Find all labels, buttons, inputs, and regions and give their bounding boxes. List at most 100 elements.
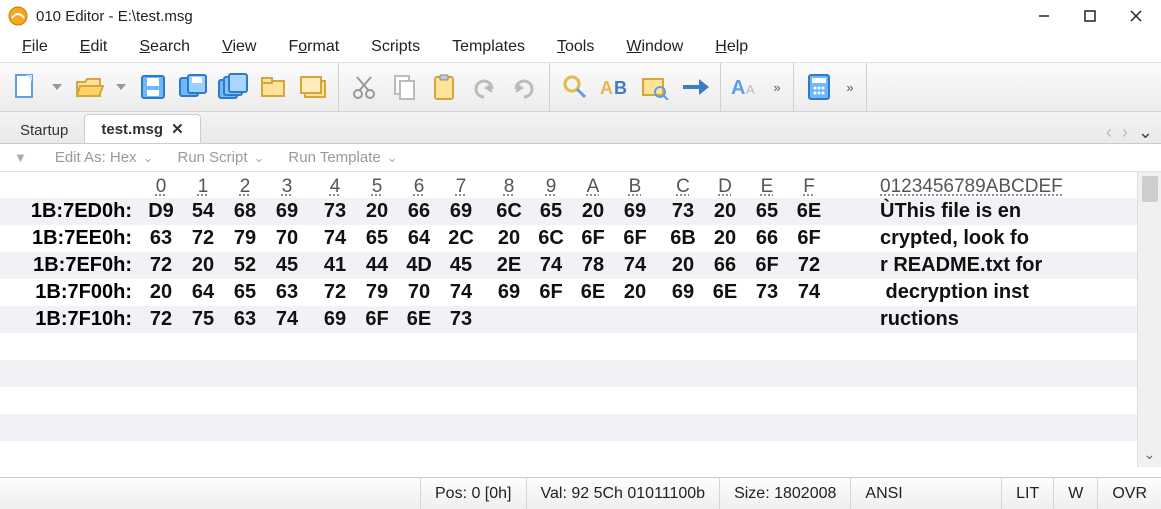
menu-format[interactable]: Format bbox=[274, 36, 353, 58]
hex-row[interactable]: 1B:7EE0h:637279707465642C206C6F6F6B20666… bbox=[0, 225, 1137, 252]
hex-byte[interactable]: 74 bbox=[788, 281, 830, 304]
close-button[interactable] bbox=[1113, 0, 1159, 32]
tab-list-dropdown-icon[interactable]: ⌄ bbox=[1138, 122, 1153, 143]
new-file-dropdown[interactable] bbox=[46, 67, 68, 107]
hex-editor[interactable]: 0123 4567 89AB CDEF 0123456789ABCDEF 1B:… bbox=[0, 172, 1161, 467]
hex-byte[interactable]: 20 bbox=[704, 200, 746, 223]
hex-byte[interactable]: 52 bbox=[224, 254, 266, 277]
menu-templates[interactable]: Templates bbox=[438, 36, 539, 58]
save-all-button[interactable] bbox=[214, 67, 252, 107]
hex-byte[interactable]: 72 bbox=[788, 254, 830, 277]
hex-byte[interactable]: 6B bbox=[662, 227, 704, 250]
new-file-button[interactable] bbox=[6, 67, 44, 107]
hex-byte[interactable]: 6E bbox=[788, 200, 830, 223]
hex-byte[interactable]: 79 bbox=[224, 227, 266, 250]
scrollbar-thumb[interactable] bbox=[1142, 176, 1158, 202]
hex-byte[interactable]: 74 bbox=[314, 227, 356, 250]
open-files-button[interactable] bbox=[294, 67, 332, 107]
hex-byte[interactable]: 73 bbox=[440, 308, 482, 331]
edit-as-dropdown[interactable]: Edit As: Hex⌄ bbox=[55, 149, 154, 166]
hex-byte[interactable]: 72 bbox=[314, 281, 356, 304]
paste-button[interactable] bbox=[425, 67, 463, 107]
toolbar-overflow-2[interactable]: » bbox=[840, 80, 860, 95]
status-w[interactable]: W bbox=[1053, 478, 1097, 509]
hex-byte[interactable]: 69 bbox=[488, 281, 530, 304]
hex-byte[interactable]: D9 bbox=[140, 200, 182, 223]
status-endian[interactable]: LIT bbox=[1001, 478, 1053, 509]
hex-byte[interactable]: 2C bbox=[440, 227, 482, 250]
font-button[interactable]: AA bbox=[727, 67, 765, 107]
hex-byte[interactable]: 69 bbox=[614, 200, 656, 223]
tab-next-icon[interactable]: › bbox=[1122, 122, 1128, 143]
hex-byte[interactable]: 6E bbox=[704, 281, 746, 304]
hex-ascii[interactable]: ÙThis file is en bbox=[880, 200, 1021, 223]
hex-byte[interactable]: 69 bbox=[662, 281, 704, 304]
hex-byte[interactable]: 6F bbox=[788, 227, 830, 250]
hex-byte[interactable]: 65 bbox=[356, 227, 398, 250]
hex-byte[interactable]: 70 bbox=[266, 227, 308, 250]
hex-byte[interactable]: 45 bbox=[266, 254, 308, 277]
hex-byte[interactable]: 73 bbox=[662, 200, 704, 223]
hex-byte[interactable]: 69 bbox=[314, 308, 356, 331]
replace-button[interactable]: AB bbox=[596, 67, 634, 107]
hex-byte[interactable]: 45 bbox=[440, 254, 482, 277]
menu-file[interactable]: File bbox=[8, 36, 62, 58]
hex-byte[interactable]: 20 bbox=[662, 254, 704, 277]
hex-byte[interactable]: 70 bbox=[398, 281, 440, 304]
hex-byte[interactable]: 73 bbox=[746, 281, 788, 304]
hex-byte[interactable]: 20 bbox=[182, 254, 224, 277]
hex-byte[interactable]: 6E bbox=[398, 308, 440, 331]
hex-byte[interactable]: 6F bbox=[614, 227, 656, 250]
hex-byte[interactable]: 68 bbox=[224, 200, 266, 223]
hex-byte[interactable]: 72 bbox=[140, 308, 182, 331]
hex-row[interactable]: 1B:7F00h:2064656372797074696F6E20696E737… bbox=[0, 279, 1137, 306]
hex-byte[interactable]: 74 bbox=[440, 281, 482, 304]
hex-byte[interactable]: 75 bbox=[182, 308, 224, 331]
find-in-files-button[interactable] bbox=[636, 67, 674, 107]
hex-byte[interactable]: 64 bbox=[182, 281, 224, 304]
hex-byte[interactable]: 20 bbox=[572, 200, 614, 223]
hex-byte[interactable]: 20 bbox=[614, 281, 656, 304]
find-button[interactable] bbox=[556, 67, 594, 107]
hex-byte[interactable]: 65 bbox=[530, 200, 572, 223]
hex-byte[interactable]: 44 bbox=[356, 254, 398, 277]
hex-byte[interactable]: 6F bbox=[356, 308, 398, 331]
status-ovr[interactable]: OVR bbox=[1097, 478, 1161, 509]
open-file-button[interactable] bbox=[70, 67, 108, 107]
tab-prev-icon[interactable]: ‹ bbox=[1106, 122, 1112, 143]
hex-byte[interactable]: 72 bbox=[182, 227, 224, 250]
hex-byte[interactable]: 66 bbox=[746, 227, 788, 250]
hex-byte[interactable]: 69 bbox=[266, 200, 308, 223]
menu-edit[interactable]: Edit bbox=[66, 36, 122, 58]
menu-view[interactable]: View bbox=[208, 36, 270, 58]
hex-byte[interactable]: 69 bbox=[440, 200, 482, 223]
toolbar-overflow-1[interactable]: » bbox=[767, 80, 787, 95]
hex-byte[interactable]: 20 bbox=[704, 227, 746, 250]
open-folder-button[interactable] bbox=[254, 67, 292, 107]
hex-byte[interactable]: 63 bbox=[224, 308, 266, 331]
hex-byte[interactable]: 65 bbox=[746, 200, 788, 223]
redo-button[interactable] bbox=[505, 67, 543, 107]
status-encoding[interactable]: ANSI bbox=[850, 478, 916, 509]
menu-search[interactable]: Search bbox=[125, 36, 204, 58]
save-button[interactable] bbox=[134, 67, 172, 107]
menu-window[interactable]: Window bbox=[612, 36, 697, 58]
hex-byte[interactable]: 2E bbox=[488, 254, 530, 277]
hex-byte[interactable]: 74 bbox=[530, 254, 572, 277]
menu-tools[interactable]: Tools bbox=[543, 36, 608, 58]
tab-startup[interactable]: Startup bbox=[4, 117, 84, 143]
undo-button[interactable] bbox=[465, 67, 503, 107]
hex-byte[interactable]: 6F bbox=[572, 227, 614, 250]
hex-row[interactable]: 1B:7F10h:72756374696F6E73ructions bbox=[0, 306, 1137, 333]
tab-testmsg[interactable]: test.msg ✕ bbox=[84, 114, 200, 143]
hex-row[interactable]: 1B:7ED0h:D9546869732066696C6520697320656… bbox=[0, 198, 1137, 225]
minimize-button[interactable] bbox=[1021, 0, 1067, 32]
maximize-button[interactable] bbox=[1067, 0, 1113, 32]
hex-byte[interactable]: 74 bbox=[614, 254, 656, 277]
hex-byte[interactable]: 20 bbox=[140, 281, 182, 304]
hex-byte[interactable]: 74 bbox=[266, 308, 308, 331]
close-tab-icon[interactable]: ✕ bbox=[171, 120, 184, 138]
hex-byte[interactable]: 6C bbox=[530, 227, 572, 250]
hex-byte[interactable]: 6F bbox=[530, 281, 572, 304]
hex-ascii[interactable]: crypted, look fo bbox=[880, 227, 1029, 250]
